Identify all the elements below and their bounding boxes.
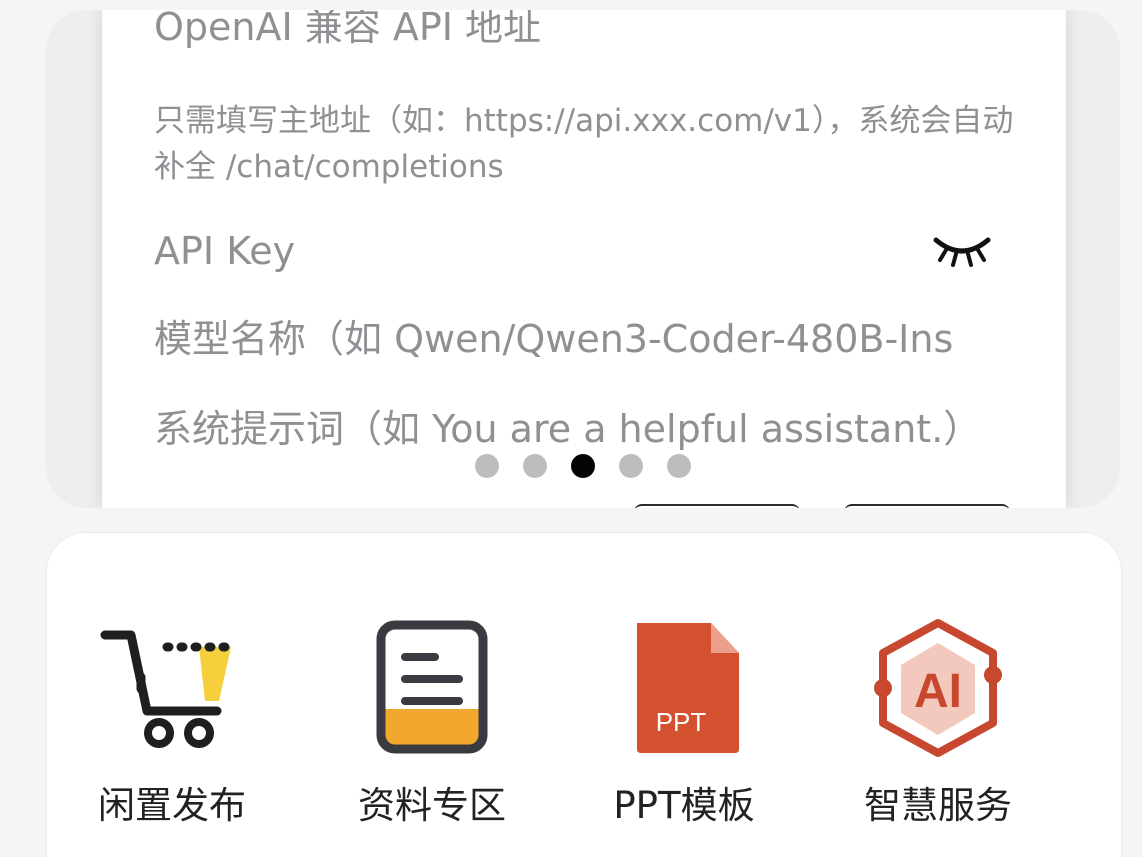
svg-text:PPT: PPT — [656, 707, 707, 737]
banner-carousel[interactable]: OpenAI 兼容 API 地址 只需填写主地址（如：https://api.x… — [46, 10, 1120, 508]
entry-label: 智慧服务 — [864, 784, 1012, 827]
carousel-dot[interactable] — [667, 454, 691, 478]
model-name-field: 模型名称（如 Qwen/Qwen3-Coder-480B-Ins — [154, 317, 954, 361]
quick-entry-grid: 闲置发布 资料专区 PPT PPT模板 AI 智慧服务 — [46, 532, 1122, 857]
entry-label: 闲置发布 — [98, 784, 246, 827]
carousel-dot[interactable] — [475, 454, 499, 478]
banner-slide-api-config[interactable]: OpenAI 兼容 API 地址 只需填写主地址（如：https://api.x… — [102, 10, 1066, 508]
ai-service-icon: AI — [874, 619, 1002, 757]
system-prompt-field: 系统提示词（如 You are a helpful assistant.） — [154, 407, 982, 451]
eye-closed-icon — [933, 237, 991, 267]
api-key-field: API Key — [154, 229, 296, 273]
entry-materials[interactable]: 资料专区 — [307, 613, 557, 831]
slide-button-right-edge — [844, 504, 1010, 508]
entry-ppt-templates[interactable]: PPT PPT模板 — [559, 613, 809, 831]
entry-idle-publish[interactable]: 闲置发布 — [47, 613, 297, 831]
entry-label: 资料专区 — [358, 784, 506, 827]
carousel-dot[interactable] — [619, 454, 643, 478]
app-home: OpenAI 兼容 API 地址 只需填写主地址（如：https://api.x… — [0, 0, 1142, 857]
entry-smart-service[interactable]: AI 智慧服务 — [813, 613, 1063, 831]
api-url-hint: 只需填写主地址（如：https://api.xxx.com/v1），系统会自动补… — [154, 103, 1014, 185]
document-icon — [376, 620, 488, 754]
carousel-dot-active[interactable] — [571, 454, 595, 478]
carousel-dot[interactable] — [523, 454, 547, 478]
ppt-file-icon: PPT — [637, 623, 739, 753]
carousel-indicator — [46, 454, 1120, 478]
shopping-cart-icon — [100, 630, 236, 748]
slide-button-left-edge — [634, 504, 800, 508]
svg-text:AI: AI — [914, 665, 962, 718]
api-url-field: OpenAI 兼容 API 地址 — [154, 10, 542, 49]
entry-label: PPT模板 — [613, 784, 755, 827]
